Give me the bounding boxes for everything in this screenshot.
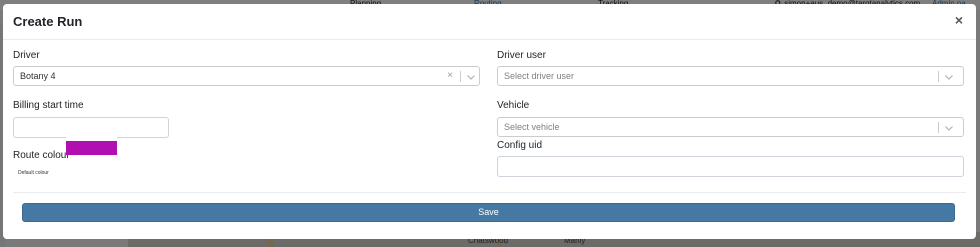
modal-title: Create Run [13, 14, 83, 29]
swatch-mask [66, 137, 117, 141]
clear-icon[interactable]: × [445, 70, 455, 82]
vehicle-label: Vehicle [497, 100, 530, 111]
driver-user-label: Driver user [497, 50, 546, 61]
driver-select-value: Botany 4 [20, 71, 56, 81]
route-colour-swatch[interactable] [66, 141, 117, 155]
driver-select[interactable]: Botany 4 × [13, 66, 480, 86]
billing-start-time-input[interactable] [13, 117, 169, 138]
vehicle-select[interactable]: Select vehicle [497, 117, 964, 137]
chevron-down-icon[interactable] [465, 71, 477, 83]
route-colour-label: Route colour [13, 150, 70, 161]
select-separator [460, 71, 461, 82]
save-button[interactable]: Save [22, 203, 955, 222]
config-uid-label: Config uid [497, 140, 543, 151]
vehicle-placeholder: Select vehicle [504, 122, 560, 132]
modal-header: Create Run × [3, 4, 976, 40]
select-separator [938, 122, 939, 133]
close-icon[interactable]: × [952, 12, 966, 28]
driver-label: Driver [13, 50, 40, 61]
select-separator [938, 71, 939, 82]
driver-user-placeholder: Select driver user [504, 71, 575, 81]
footer-divider [13, 192, 966, 193]
config-uid-input[interactable] [497, 156, 964, 177]
billing-start-time-label: Billing start time [13, 100, 84, 111]
chevron-down-icon[interactable] [943, 122, 955, 134]
chevron-down-icon[interactable] [943, 71, 955, 83]
create-run-modal: Create Run × Driver Botany 4 × Driver us… [3, 4, 976, 239]
default-colour-note: Default colour [18, 170, 49, 176]
driver-user-select[interactable]: Select driver user [497, 66, 964, 86]
